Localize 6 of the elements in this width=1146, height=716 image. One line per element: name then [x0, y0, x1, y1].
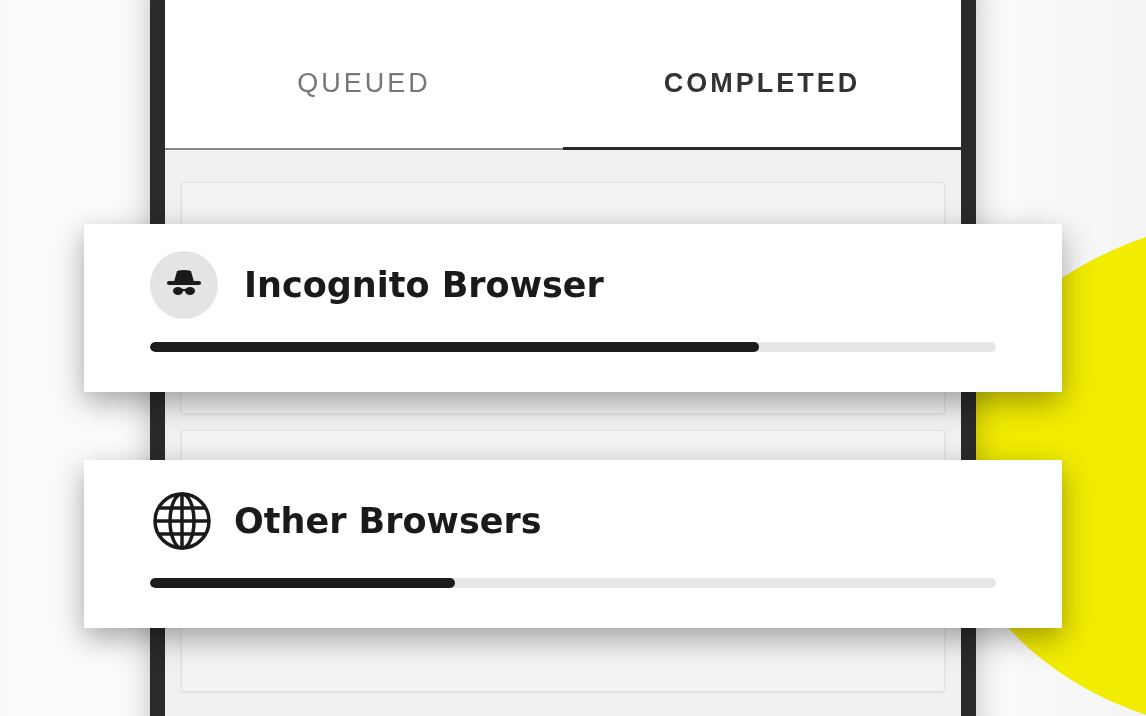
tab[interactable]: QUEUED: [165, 0, 563, 150]
browser-name: Other Browsers: [234, 501, 542, 541]
tab[interactable]: COMPLETED: [563, 0, 961, 150]
globe-icon: [152, 491, 212, 551]
incognito-icon: [150, 251, 218, 319]
browser-name: Incognito Browser: [244, 265, 604, 305]
